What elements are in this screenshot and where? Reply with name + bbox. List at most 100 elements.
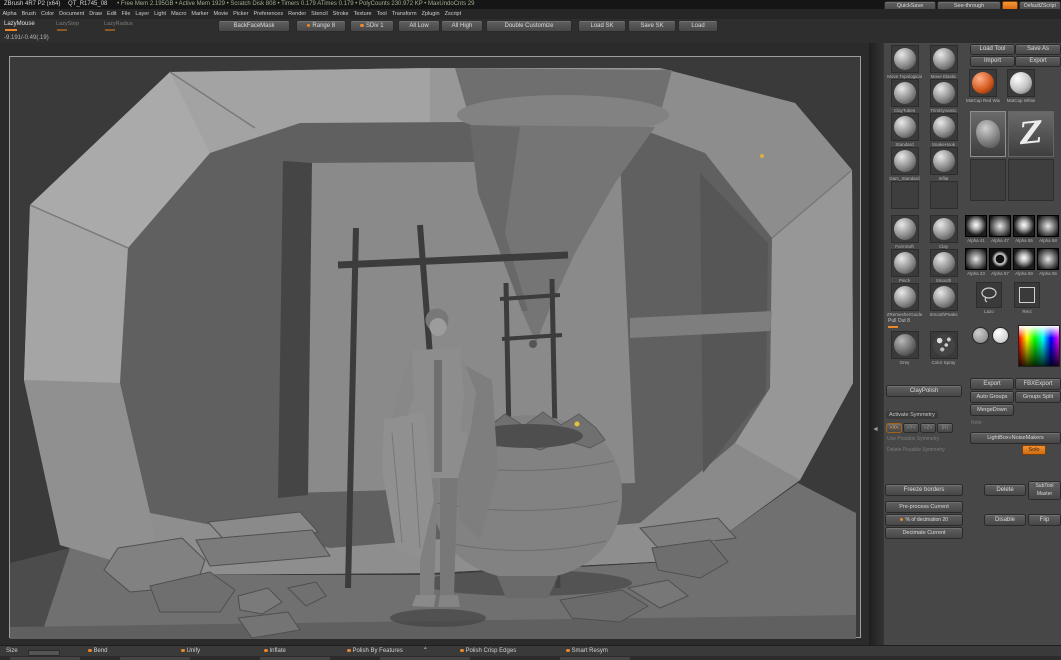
delete-posable-symmetry[interactable]: Delete Posable Symmetry <box>887 447 945 453</box>
alpha-thumb[interactable]: Alpha 58 <box>1036 215 1060 244</box>
export-button[interactable]: Export <box>970 378 1014 390</box>
menu-zplugin[interactable]: Zplugin <box>419 9 442 19</box>
empty-brush-slot[interactable] <box>930 181 958 209</box>
polish-crisp-edges-slider[interactable]: Polish Crisp Edges <box>460 648 516 654</box>
menu-transform[interactable]: Transform <box>389 9 419 19</box>
menu-file[interactable]: File <box>119 9 133 19</box>
menu-stroke[interactable]: Stroke <box>330 9 351 19</box>
load-button[interactable]: Load <box>678 20 718 32</box>
auto-groups-button[interactable]: Auto Groups <box>970 391 1014 403</box>
main-color-swatch[interactable] <box>972 327 989 344</box>
polish-by-features-slider[interactable]: Polish By Features <box>347 648 403 654</box>
menu-document[interactable]: Document <box>57 9 87 19</box>
lazystep-slider[interactable]: LazyStep <box>56 21 79 27</box>
alpha-thumb[interactable]: Alpha 23 <box>964 248 988 277</box>
color-picker[interactable] <box>1018 325 1060 367</box>
lazyradius-slider[interactable]: LazyRadius <box>104 21 133 27</box>
menu-draw[interactable]: Draw <box>87 9 105 19</box>
empty-tool-slot[interactable] <box>1008 159 1054 201</box>
use-posable-symmetry[interactable]: Use Posable Symmetry <box>887 436 939 442</box>
brush-thumb[interactable]: FormSoft <box>886 215 923 250</box>
flip-button[interactable]: Flip <box>1028 514 1061 526</box>
fbx-export-button[interactable]: FBXExport <box>1015 378 1061 390</box>
alpha-thumb[interactable]: Alpha 47 <box>988 215 1012 244</box>
brush-thumb[interactable]: SmoothPeaks <box>925 283 962 318</box>
brush-thumb[interactable]: Clay <box>925 215 962 250</box>
inflate-slider[interactable]: Inflate <box>264 648 286 654</box>
menu-alpha[interactable]: Alpha <box>0 9 19 19</box>
menu-preferences[interactable]: Preferences <box>251 9 286 19</box>
tray-collapse-handle[interactable]: ▴ <box>424 645 427 651</box>
bottom-tray-button[interactable] <box>380 656 470 660</box>
lazymouse-toggle[interactable]: LazyMouse <box>4 21 35 27</box>
viewport-canvas[interactable] <box>0 43 869 645</box>
menu-edit[interactable]: Edit <box>105 9 119 19</box>
brush-thumb[interactable]: ClayTubes <box>886 79 923 114</box>
import-button[interactable]: Import <box>970 56 1015 67</box>
simple-brush-thumb[interactable]: Z <box>1008 111 1054 157</box>
right-tray-divider[interactable]: ◄ <box>869 43 884 645</box>
decimate-current-button[interactable]: Decimate Current <box>885 527 963 539</box>
bend-slider[interactable]: Bend <box>88 648 108 654</box>
symmetry-x-button[interactable]: >X< <box>886 423 902 433</box>
symmetry-z-button[interactable]: >Z< <box>920 423 936 433</box>
menu-light[interactable]: Light <box>152 9 169 19</box>
brush-thumb[interactable]: Standard <box>886 113 923 148</box>
solo-button[interactable]: Solo <box>1022 445 1046 455</box>
menu-color[interactable]: Color <box>38 9 56 19</box>
alpha-thumb[interactable]: Alpha 06 <box>1036 248 1060 277</box>
preprocess-current-button[interactable]: Pre-process Current <box>885 501 963 513</box>
brush-thumb[interactable]: Move Topological <box>886 45 923 80</box>
export-tool-button[interactable]: Export <box>1015 56 1061 67</box>
menu-macro[interactable]: Macro <box>169 9 189 19</box>
double-customize-button[interactable]: Double Customize <box>486 20 572 32</box>
save-as-button[interactable]: Save As <box>1015 44 1061 55</box>
brush-thumb[interactable]: Smooth <box>925 249 962 284</box>
symmetry-y-button[interactable]: >Y< <box>903 423 919 433</box>
alt-color-swatch[interactable] <box>992 327 1009 344</box>
menu-stencil[interactable]: Stencil <box>309 9 331 19</box>
alpha-thumb[interactable]: Alpha 55 <box>1012 215 1036 244</box>
menu-texture[interactable]: Texture <box>351 9 374 19</box>
bottom-tray-button[interactable] <box>10 656 80 660</box>
symmetry-radial-button[interactable]: (R) <box>937 423 953 433</box>
subtool-master-button[interactable]: SubTool Master <box>1028 481 1061 500</box>
brush-thumb[interactable]: SnakeHook <box>925 113 962 148</box>
alpha-thumb[interactable]: Alpha 57 <box>988 248 1012 277</box>
freeze-borders-button[interactable]: Freeze borders <box>885 484 963 496</box>
brush-thumb[interactable]: TrimDynamic <box>925 79 962 114</box>
recent-tool-thumb[interactable]: MatCap Red Wax <box>966 69 1000 104</box>
recent-tool-thumb[interactable]: MatCap White <box>1004 69 1038 104</box>
range-slider[interactable]: Range 8 <box>296 20 346 32</box>
merge-down-button[interactable]: MergeDown <box>970 404 1014 416</box>
menu-brush[interactable]: Brush <box>19 9 38 19</box>
size-slider[interactable]: Size <box>6 648 18 654</box>
disable-button[interactable]: Disable <box>984 514 1026 526</box>
empty-tool-slot[interactable] <box>970 159 1006 201</box>
smart-resym-slider[interactable]: Smart Resym <box>566 648 608 654</box>
brush-thumb[interactable]: Pinch <box>886 249 923 284</box>
menu-tool[interactable]: Tool <box>374 9 389 19</box>
brush-thumb[interactable]: Move Elastic <box>925 45 962 80</box>
empty-brush-slot[interactable] <box>891 181 919 209</box>
material-thumb[interactable]: Grey <box>886 331 923 366</box>
sdiv-slider[interactable]: SDiv 1 <box>350 20 394 32</box>
brush-thumb[interactable]: Inflat <box>925 147 962 182</box>
decimation-percent-slider[interactable]: % of decimation 20 <box>885 514 963 526</box>
backfacemask-button[interactable]: BackFaceMask <box>218 20 290 32</box>
bottom-tray-button[interactable] <box>560 656 630 660</box>
rect-select[interactable]: Rect <box>1012 282 1042 315</box>
menu-zscript[interactable]: Zscript <box>442 9 464 19</box>
lasso-select[interactable]: Lazo <box>974 282 1004 315</box>
current-tool-thumb[interactable] <box>970 111 1006 157</box>
menu-picker[interactable]: Picker <box>231 9 251 19</box>
brush-thumb[interactable]: Dam_Standard <box>886 147 923 182</box>
all-high-button[interactable]: All High <box>441 20 483 32</box>
bottom-tray-button[interactable] <box>120 656 190 660</box>
tray-collapse-arrow-icon[interactable]: ◄ <box>872 426 879 433</box>
load-sk-button[interactable]: Load SK <box>578 20 626 32</box>
delete-button[interactable]: Delete <box>984 484 1026 496</box>
groups-split-button[interactable]: Groups Split <box>1015 391 1061 403</box>
menu-marker[interactable]: Marker <box>189 9 211 19</box>
menu-movie[interactable]: Movie <box>211 9 231 19</box>
